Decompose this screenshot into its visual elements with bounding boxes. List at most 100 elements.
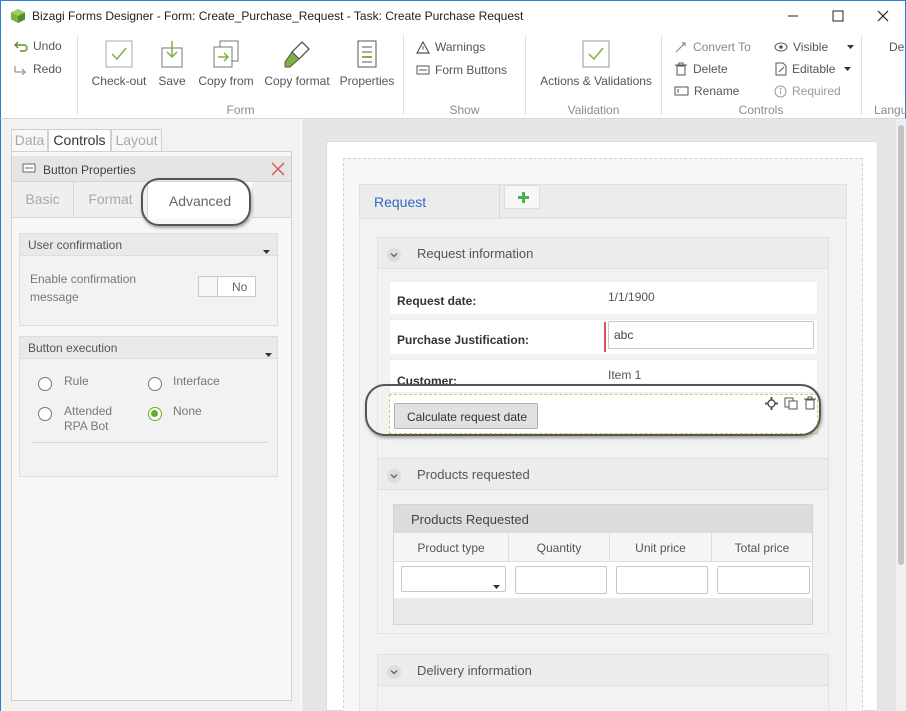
- section-request-information[interactable]: Request information: [377, 237, 829, 269]
- toggle-value: No: [232, 280, 248, 294]
- confirmation-toggle[interactable]: No: [198, 276, 256, 297]
- redo-icon: [14, 63, 29, 75]
- products-grid: Products Requested Product type Quantity…: [393, 504, 813, 625]
- grid-title: Products Requested: [411, 512, 529, 527]
- trash-icon: [674, 62, 688, 76]
- radio-rule-label: Rule: [64, 374, 89, 388]
- radio-rule[interactable]: [38, 377, 52, 391]
- editable-dropdown[interactable]: Editable: [774, 62, 852, 76]
- form-page: Request Request information Request date…: [326, 141, 878, 711]
- tab-data[interactable]: Data: [11, 129, 48, 152]
- design-canvas: Request Request information Request date…: [302, 119, 906, 711]
- save-label: Save: [158, 74, 186, 88]
- eye-icon: [774, 42, 788, 52]
- properties-title: Button Properties: [43, 163, 136, 177]
- field-request-date[interactable]: Request date: 1/1/1900: [389, 281, 818, 315]
- grid-row: [394, 562, 812, 598]
- button-execution-header[interactable]: Button execution: [20, 337, 277, 359]
- section-title: Products requested: [417, 467, 530, 482]
- user-confirmation-header[interactable]: User confirmation: [20, 234, 277, 256]
- actions-validations-button[interactable]: Actions & Validations: [534, 39, 658, 88]
- check-out-label: Check-out: [91, 74, 147, 88]
- rename-icon: [674, 85, 689, 97]
- radio-attended-label: Attended: [64, 404, 113, 418]
- unit-price-input[interactable]: [616, 566, 708, 594]
- close-properties-icon[interactable]: [270, 161, 286, 180]
- paintbrush-icon: [282, 39, 312, 69]
- required-button[interactable]: Required: [774, 84, 841, 98]
- radio-interface-label: Interface: [173, 374, 220, 388]
- radio-attended-rpa-bot[interactable]: [38, 407, 52, 421]
- subtab-basic[interactable]: Basic: [12, 182, 74, 218]
- highlight-advanced-ellipse: [141, 178, 251, 226]
- warnings-button[interactable]: Warnings: [416, 40, 485, 54]
- tab-request[interactable]: Request: [360, 185, 500, 218]
- input-value: abc: [614, 328, 634, 342]
- warnings-label: Warnings: [435, 40, 486, 54]
- divider: [32, 442, 268, 443]
- copy-from-button[interactable]: Copy from: [195, 39, 257, 88]
- convert-to-button[interactable]: Convert To: [674, 40, 751, 54]
- section-delivery-body: [377, 686, 829, 711]
- scrollbar-thumb[interactable]: [898, 125, 904, 565]
- dropdown-arrow-icon: [847, 45, 855, 49]
- form-buttons-label: Form Buttons: [435, 63, 508, 77]
- product-type-select[interactable]: [401, 566, 506, 592]
- dropdown-arrow-icon: [844, 67, 852, 71]
- vertical-scrollbar[interactable]: [896, 119, 906, 711]
- close-window-icon[interactable]: [874, 7, 892, 25]
- radio-interface[interactable]: [148, 377, 162, 391]
- justification-input[interactable]: abc: [608, 321, 814, 349]
- radio-none[interactable]: [148, 407, 162, 421]
- collapse-arrow-icon: [263, 243, 270, 257]
- visible-dropdown[interactable]: Visible: [774, 40, 855, 54]
- save-button[interactable]: Save: [154, 39, 190, 88]
- column-header: Product type: [417, 541, 485, 555]
- copy-format-button[interactable]: Copy format: [262, 39, 332, 88]
- properties-icon: [354, 39, 380, 69]
- section-title: Delivery information: [417, 663, 532, 678]
- user-confirmation-title: User confirmation: [28, 238, 123, 252]
- total-price-input[interactable]: [717, 566, 810, 594]
- form-container: Request Request information Request date…: [343, 158, 863, 711]
- form-buttons-button[interactable]: Form Buttons: [416, 63, 507, 77]
- redo-button[interactable]: Redo: [14, 62, 62, 76]
- minimize-icon[interactable]: [784, 7, 802, 25]
- tab-layout[interactable]: Layout: [111, 129, 162, 152]
- check-out-button[interactable]: Check-out: [89, 39, 149, 88]
- quantity-input[interactable]: [515, 566, 607, 594]
- form-buttons-icon: [416, 64, 430, 76]
- maximize-icon[interactable]: [829, 7, 847, 25]
- enable-confirmation-label-2: message: [30, 290, 79, 304]
- undo-button[interactable]: Undo: [14, 39, 62, 53]
- tab-controls[interactable]: Controls: [48, 129, 111, 152]
- column-header: Unit price: [635, 541, 686, 555]
- check-out-icon: [104, 39, 134, 69]
- field-label: Purchase Justification:: [397, 333, 530, 347]
- required-label: Required: [792, 84, 841, 98]
- add-tab-button[interactable]: [504, 185, 540, 209]
- button-execution-section: Button execution Rule Interface Attended…: [19, 336, 278, 477]
- convert-to-label: Convert To: [693, 40, 751, 54]
- radio-none-label: None: [173, 404, 202, 418]
- subtab-format[interactable]: Format: [74, 182, 148, 218]
- rename-button[interactable]: Rename: [674, 84, 739, 98]
- grid-header-row: Product type Quantity Unit price Total p…: [394, 533, 812, 562]
- section-products-requested[interactable]: Products requested: [377, 458, 829, 490]
- controls-group-label: Controls: [738, 103, 784, 117]
- delete-button[interactable]: Delete: [674, 62, 728, 76]
- rename-label: Rename: [694, 84, 740, 98]
- section-products-body: Products Requested Product type Quantity…: [377, 490, 829, 634]
- button-execution-title: Button execution: [28, 341, 118, 355]
- undo-icon: [14, 40, 29, 52]
- enable-confirmation-label: Enable confirmation: [30, 272, 137, 286]
- button-properties-icon: [22, 163, 36, 177]
- tab-content: Request information Request date: 1/1/19…: [359, 218, 847, 711]
- truncated-button-label[interactable]: De: [889, 40, 904, 54]
- section-delivery-information[interactable]: Delivery information: [377, 654, 829, 686]
- properties-button[interactable]: Properties: [337, 39, 397, 88]
- field-purchase-justification[interactable]: Purchase Justification: abc: [389, 319, 818, 355]
- field-value: Item 1: [608, 368, 642, 382]
- show-group-label: Show: [449, 103, 480, 117]
- info-icon: [774, 85, 787, 98]
